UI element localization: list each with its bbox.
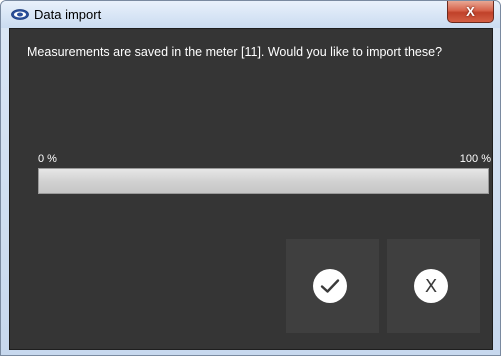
- progress-bar: [38, 168, 489, 194]
- dialog-window: Data import X Measurements are saved in …: [0, 0, 501, 356]
- progress-end-label: 100 %: [459, 153, 491, 165]
- cancel-icon: X: [424, 275, 438, 297]
- import-message: Measurements are saved in the meter [11]…: [27, 45, 443, 59]
- pce-logo-icon: [11, 9, 29, 20]
- check-icon: [320, 279, 340, 293]
- cancel-button[interactable]: X: [387, 239, 480, 333]
- close-icon: X: [466, 4, 475, 19]
- progress-start-label: 0 %: [38, 153, 57, 165]
- confirm-button[interactable]: [286, 239, 379, 333]
- title-bar[interactable]: Data import X: [1, 1, 500, 28]
- confirm-circle: [313, 269, 347, 303]
- cancel-circle: X: [414, 269, 448, 303]
- window-title: Data import: [34, 7, 102, 22]
- close-button[interactable]: X: [447, 1, 494, 23]
